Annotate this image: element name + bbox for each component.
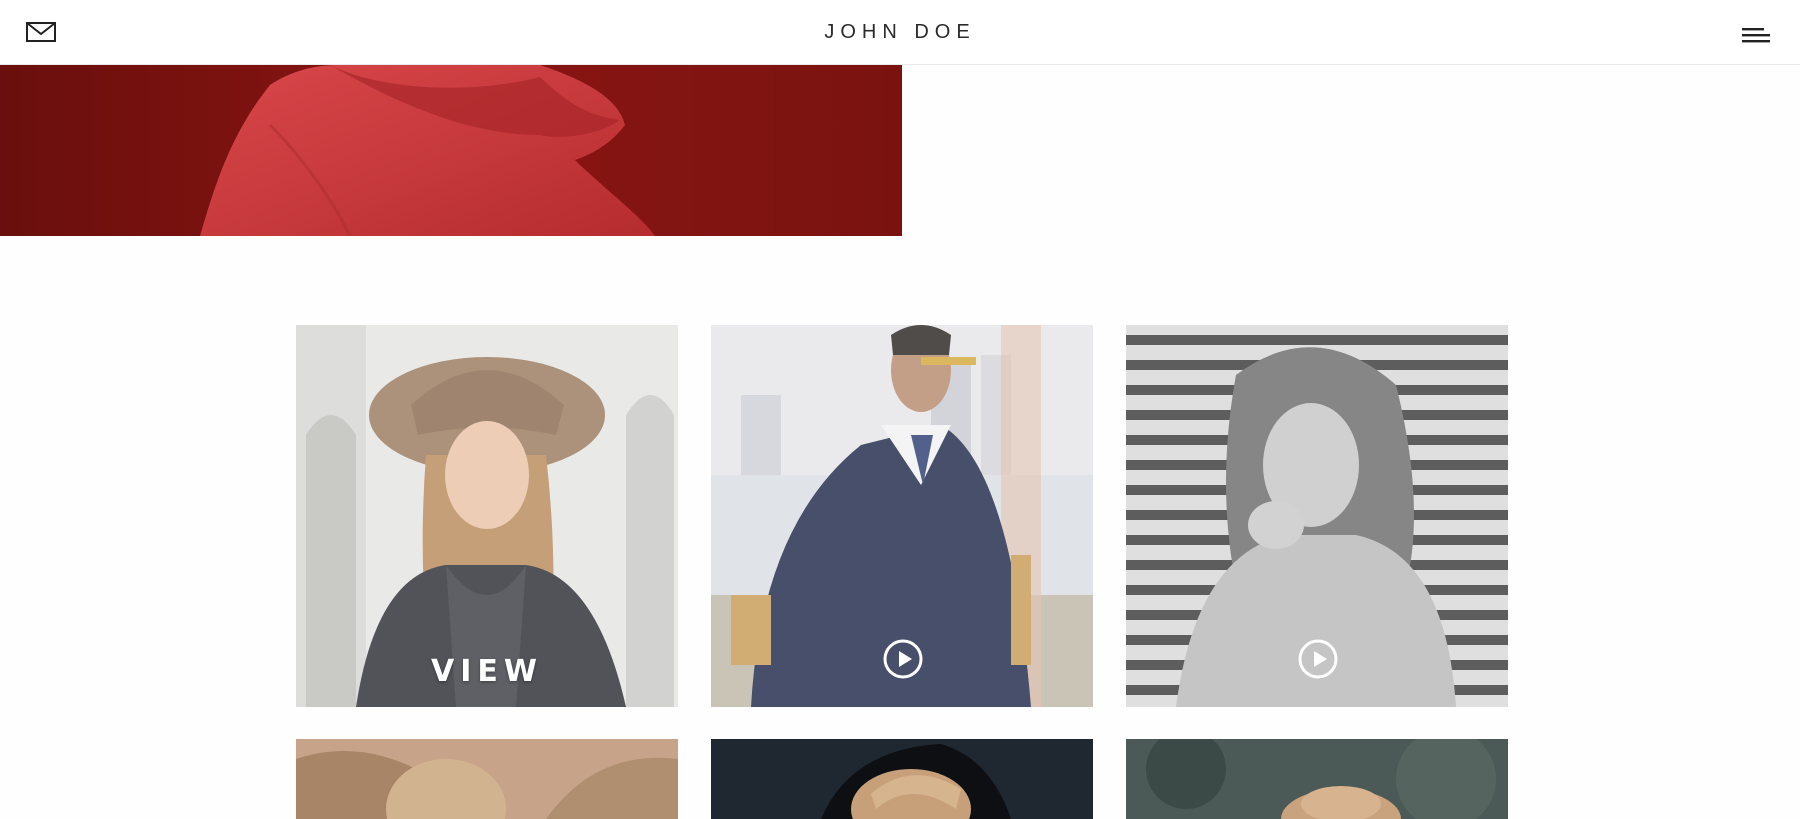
hero-image-red-coat (0, 65, 902, 236)
site-brand-title[interactable]: JOHN DOE (0, 0, 1800, 65)
gallery-tile-woman-field[interactable] (296, 739, 678, 819)
photo-woman-field (296, 739, 678, 819)
play-circle-icon[interactable] (882, 638, 924, 680)
top-navigation-bar: JOHN DOE (0, 0, 1800, 65)
gallery-tile-woman-hat[interactable]: VIEW (296, 325, 678, 707)
photo-woman-fur (711, 739, 1093, 819)
mail-icon[interactable] (26, 22, 58, 44)
play-circle-icon[interactable] (1297, 638, 1339, 680)
hamburger-menu-icon[interactable] (1742, 26, 1774, 46)
gallery-tile-woman-straw-hat[interactable] (1126, 739, 1508, 819)
gallery-tile-woman-fur[interactable] (711, 739, 1093, 819)
view-overlay-label[interactable]: VIEW (296, 654, 678, 689)
hover-overlay (296, 325, 678, 707)
photo-woman-straw-hat (1126, 739, 1508, 819)
gallery-tile-woman-grayscale[interactable] (1126, 325, 1508, 707)
gallery-tile-man-suit[interactable] (711, 325, 1093, 707)
